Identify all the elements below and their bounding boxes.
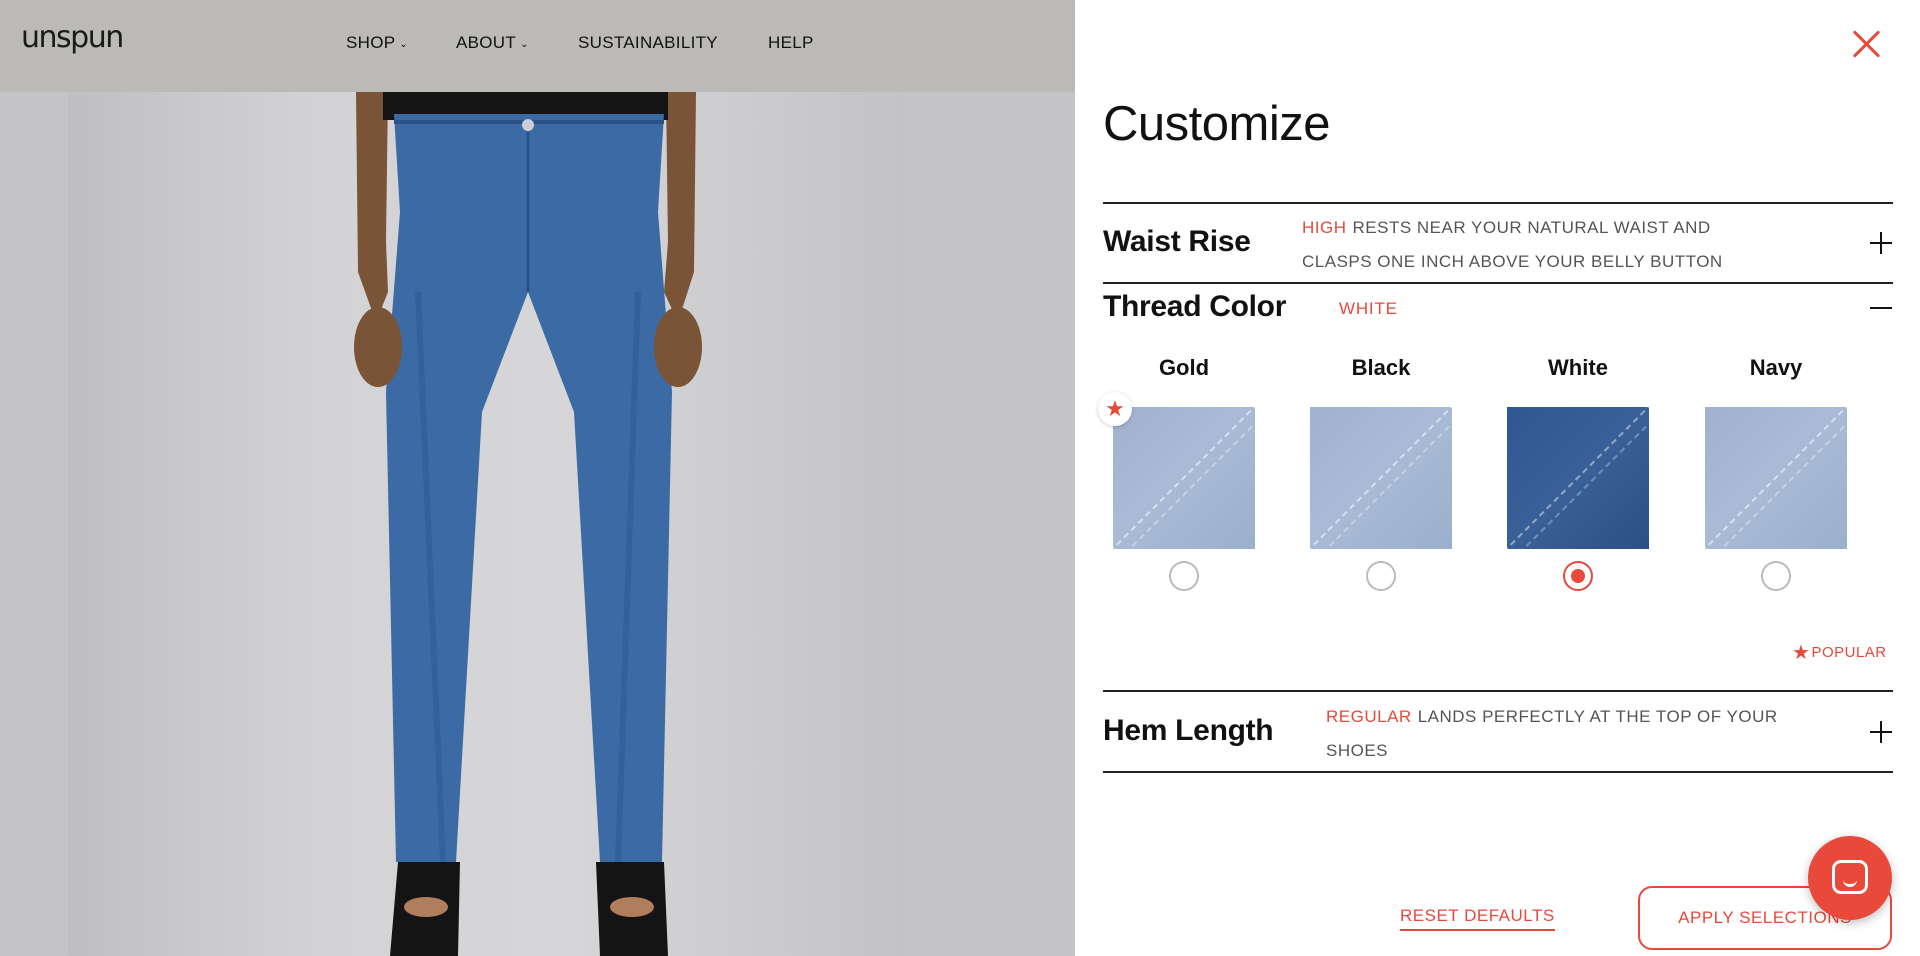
hem-length-value: REGULAR (1326, 707, 1412, 726)
jeans-illustration (354, 92, 702, 956)
radio-navy[interactable] (1761, 561, 1791, 591)
waist-rise-description: HIGH RESTS NEAR YOUR NATURAL WAIST AND CL… (1302, 218, 1723, 271)
expand-waist-rise-icon[interactable] (1870, 232, 1892, 254)
swatch-gold[interactable] (1113, 407, 1255, 549)
nav-sustainability[interactable]: SUSTAINABILITY (578, 33, 718, 53)
nav-shop[interactable]: SHOP ⌄ (346, 33, 408, 53)
divider (1103, 771, 1893, 773)
star-icon: ★ (1792, 642, 1811, 664)
hem-length-description: REGULAR LANDS PERFECTLY AT THE TOP OF YOU… (1326, 707, 1778, 760)
radio-gold[interactable] (1169, 561, 1199, 591)
thread-option-white: White (1507, 355, 1649, 591)
customize-drawer: Customize Waist Rise HIGH RESTS NEAR YOUR… (1075, 0, 1920, 956)
drawer-title: Customize (1103, 97, 1330, 151)
swatch-white[interactable] (1507, 407, 1649, 549)
product-photo (68, 0, 904, 956)
thread-option-navy: Navy (1705, 355, 1847, 591)
chat-launcher-button[interactable] (1808, 836, 1892, 920)
reset-defaults-link[interactable]: RESET DEFAULTS (1400, 906, 1555, 931)
waist-rise-title[interactable]: Waist Rise (1103, 225, 1251, 259)
chat-bubble-icon (1832, 860, 1868, 894)
swatch-navy[interactable] (1705, 407, 1847, 549)
nav-about[interactable]: ABOUT ⌄ (456, 33, 529, 53)
swatch-black[interactable] (1310, 407, 1452, 549)
popular-legend: ★ POPULAR (1792, 642, 1887, 664)
popular-star-icon: ★ (1098, 392, 1132, 426)
divider (1103, 202, 1893, 204)
radio-black[interactable] (1366, 561, 1396, 591)
collapse-thread-color-icon[interactable] (1870, 297, 1892, 319)
brand-logo[interactable]: unspun (21, 20, 124, 55)
thread-option-gold: Gold (1113, 355, 1255, 591)
thread-option-black: Black (1310, 355, 1452, 591)
divider (1103, 282, 1893, 284)
thread-color-title[interactable]: Thread Color (1103, 290, 1286, 324)
divider (1103, 690, 1893, 692)
close-icon[interactable] (1848, 26, 1884, 62)
thread-color-value: WHITE (1339, 299, 1398, 318)
radio-white[interactable] (1563, 561, 1593, 591)
expand-hem-length-icon[interactable] (1870, 721, 1892, 743)
chevron-down-icon: ⌄ (399, 38, 409, 50)
nav-help[interactable]: HELP (768, 33, 814, 53)
chevron-down-icon: ⌄ (520, 38, 529, 50)
waist-rise-value: HIGH (1302, 218, 1347, 237)
site-header: unspun SHOP ⌄ ABOUT ⌄ SUSTAINABILITY HELP (0, 0, 1075, 92)
hem-length-title[interactable]: Hem Length (1103, 714, 1274, 748)
